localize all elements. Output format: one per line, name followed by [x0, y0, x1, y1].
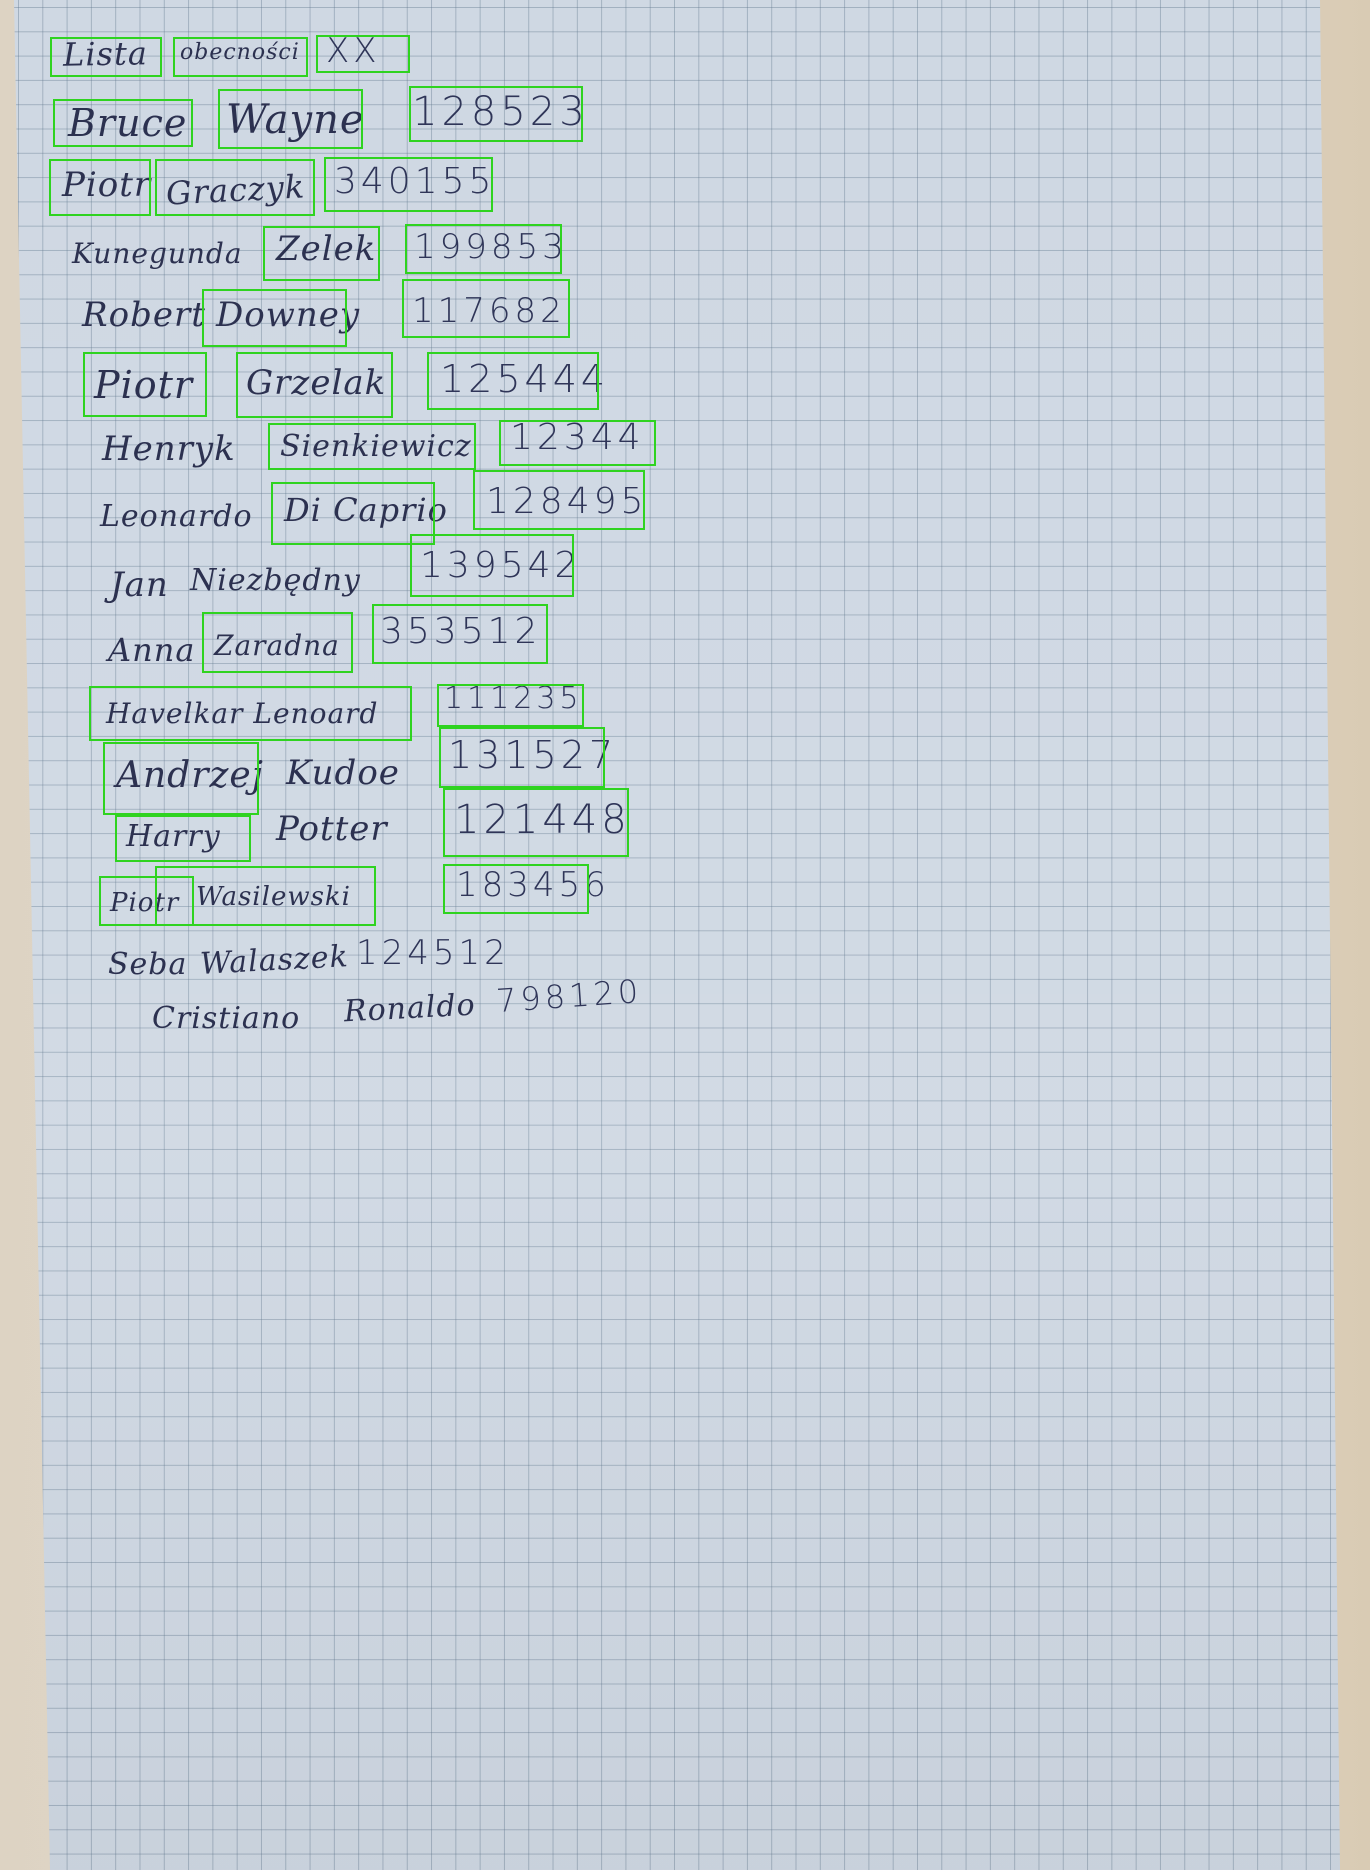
- detection-box: [443, 788, 629, 857]
- detection-box: [115, 815, 251, 862]
- detection-box: [155, 159, 315, 216]
- first-name: Henryk: [102, 429, 236, 469]
- id-number: 124512: [356, 933, 510, 973]
- detection-box: [103, 742, 259, 815]
- first-name: Leonardo: [100, 499, 253, 534]
- detection-box: [372, 604, 548, 664]
- detection-box: [324, 157, 493, 212]
- detection-box: [443, 864, 589, 914]
- detection-box: [427, 352, 599, 410]
- detection-box: [499, 420, 656, 466]
- detection-box: [49, 159, 151, 216]
- last-name: Niezbędny: [190, 563, 361, 598]
- detection-box: [236, 352, 393, 418]
- detection-box: [155, 866, 376, 926]
- first-name: Kunegunda: [72, 237, 243, 270]
- last-name: Kudoe: [286, 753, 400, 793]
- id-number: 798120: [494, 971, 644, 1021]
- detection-box: [202, 612, 353, 673]
- detection-box: [437, 684, 584, 727]
- detection-box: [218, 89, 363, 149]
- detection-box: [173, 37, 308, 77]
- detection-box: [473, 470, 645, 530]
- detection-box: [402, 279, 570, 338]
- detection-box: [53, 99, 193, 147]
- detection-box: [410, 534, 574, 597]
- first-name: Seba: [108, 947, 188, 982]
- detection-box: [405, 224, 562, 274]
- detection-box: [202, 289, 347, 347]
- first-name: Jan: [110, 565, 169, 605]
- last-name: Walaszek: [199, 939, 350, 982]
- last-name: Potter: [276, 809, 388, 849]
- detection-box: [83, 352, 207, 417]
- first-name: Cristiano: [152, 1001, 301, 1036]
- detection-box: [263, 226, 380, 281]
- detection-box: [50, 37, 162, 77]
- first-name: Anna: [108, 631, 196, 669]
- detection-box: [89, 686, 412, 741]
- detection-box: [409, 86, 583, 142]
- detection-box: [268, 423, 476, 470]
- graph-paper-sheet: [14, 0, 1340, 1870]
- first-name: Robert: [82, 295, 206, 335]
- detection-box: [439, 727, 605, 788]
- last-name: Ronaldo: [343, 987, 477, 1030]
- detection-box: [316, 35, 410, 73]
